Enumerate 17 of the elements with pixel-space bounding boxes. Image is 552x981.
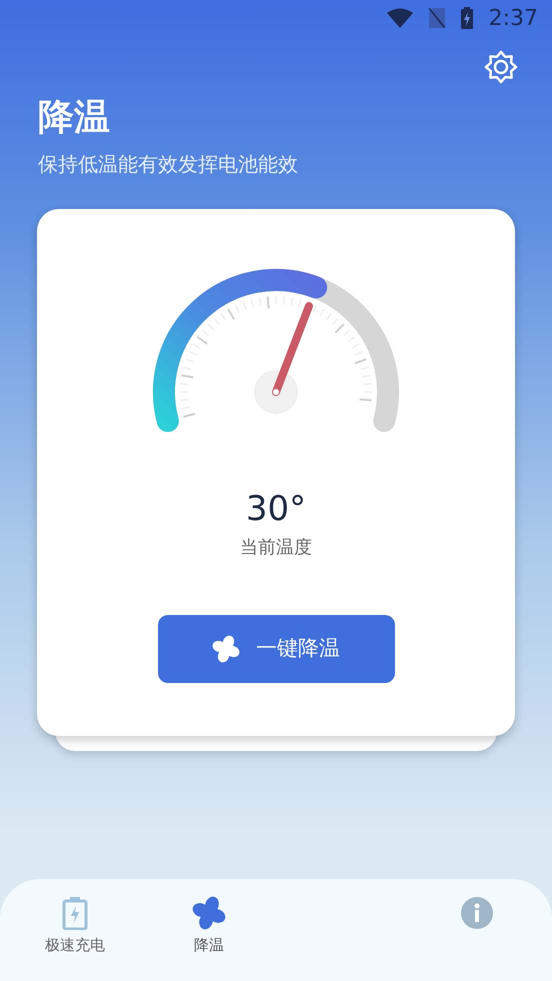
page-subtitle: 保持低温能有效发挥电池能效 [38, 151, 299, 178]
settings-icon[interactable] [482, 48, 520, 86]
nav-tab[interactable]: 极速充电 [8, 895, 142, 981]
cool-down-button[interactable]: 一键降温 [158, 615, 394, 684]
needle-hub [254, 370, 298, 414]
wifi-icon [386, 8, 413, 28]
temperature-reading: 30° [246, 492, 306, 526]
fan-tab-icon [192, 896, 226, 930]
battery-icon [460, 7, 473, 29]
info-tab-icon [460, 896, 494, 930]
sim-icon [428, 8, 445, 28]
battery-tab-icon [62, 896, 88, 930]
status-time: 2:37 [488, 4, 538, 32]
nav-tab[interactable]: 降温 [142, 895, 276, 981]
fan-icon [212, 635, 240, 664]
page-title: 降温 [38, 96, 111, 140]
temperature-caption: 当前温度 [240, 536, 312, 560]
